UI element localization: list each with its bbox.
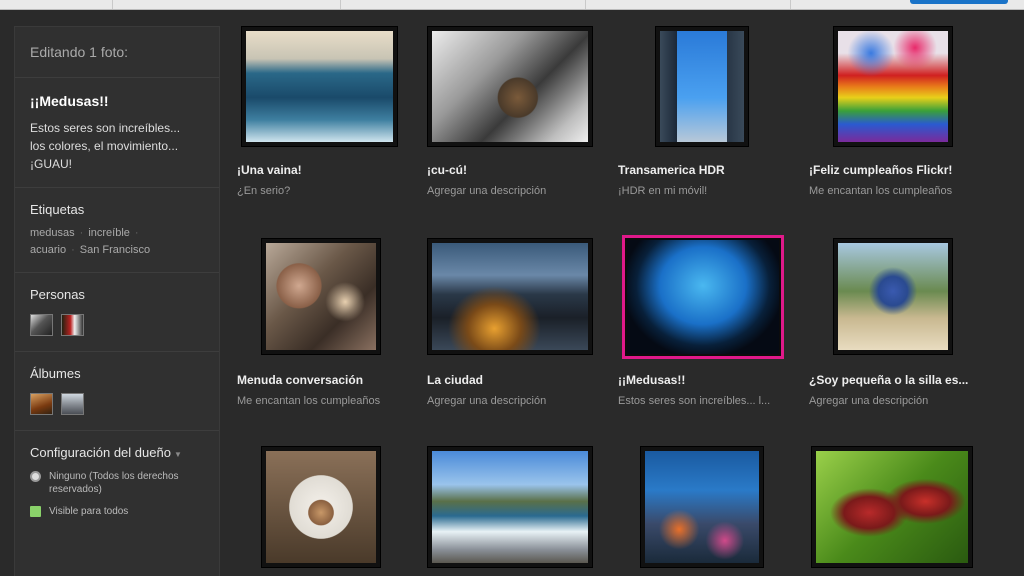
owner-settings-toggle[interactable]: Configuración del dueño ▼ <box>30 445 204 460</box>
albums-section: Álbumes <box>15 366 219 431</box>
photo-description: Agregar una descripción <box>809 395 929 407</box>
sidebar-header-section: Editando 1 foto: <box>15 27 219 78</box>
photo-title: ¡Feliz cumpleaños Flickr! <box>809 163 953 177</box>
license-radio-icon <box>30 471 41 482</box>
city-night-image <box>432 243 588 350</box>
toolbar-divider <box>112 0 113 9</box>
license-option[interactable]: Ninguno (Todos los derechos reservados) <box>30 470 204 496</box>
photo-thumbnail[interactable] <box>241 26 398 147</box>
album-thumbnail[interactable] <box>61 393 84 415</box>
dog-cone-image <box>266 451 376 563</box>
tag-list: medusas · increíble · acuario · San Francisco <box>30 225 204 272</box>
chevron-down-icon: ▼ <box>173 450 182 459</box>
jellyfish-aquarium-image <box>627 240 779 354</box>
venus-flytrap-image <box>816 451 968 563</box>
photo-thumbnail[interactable] <box>811 446 973 568</box>
photo-thumbnail[interactable] <box>427 26 593 147</box>
photo-description: Estos seres son increíbles... l... <box>618 395 771 407</box>
pyramid-tower-image <box>660 31 744 142</box>
photo-thumbnail[interactable] <box>261 238 381 355</box>
tag-separator: · <box>79 227 84 239</box>
owner-settings-section: Configuración del dueño ▼ Ninguno (Todos … <box>15 445 219 518</box>
tag-separator: · <box>71 244 75 256</box>
description-line: los colores, el movimiento... <box>30 139 179 153</box>
tag-link[interactable]: San Francisco <box>80 244 150 256</box>
photo-description: Me encantan los cumpleaños <box>237 395 381 407</box>
toolbar-divider <box>585 0 586 9</box>
ocean-dolphins-image <box>246 31 393 142</box>
photo-title: ¡Una vaina! <box>237 163 302 177</box>
visibility-option[interactable]: Visible para todos <box>30 505 204 518</box>
description-line: ¡GUAU! <box>30 157 72 171</box>
description-line: Estos seres son increíbles... <box>30 121 181 135</box>
photo-title: ¡cu-cú! <box>427 163 467 177</box>
photo-thumbnail-selected[interactable] <box>622 235 784 359</box>
owner-settings-label: Configuración del dueño <box>30 445 171 460</box>
photo-thumbnail[interactable] <box>833 26 953 147</box>
conversation-image <box>266 243 376 350</box>
browser-toolbar <box>0 0 1024 10</box>
tag-link[interactable]: medusas <box>30 227 75 239</box>
album-thumbnails <box>30 393 204 430</box>
photo-thumbnail[interactable] <box>427 446 593 568</box>
edit-sidebar: Editando 1 foto: ¡¡Medusas!! Estos seres… <box>14 26 220 576</box>
photo-description-field[interactable]: Estos seres son increíbles... los colore… <box>30 119 204 187</box>
photo-grid: ¡Una vaina! ¿En serio? ¡cu-cú! Agregar u… <box>226 10 1024 576</box>
album-thumbnail[interactable] <box>30 393 53 415</box>
tag-link[interactable]: acuario <box>30 244 66 256</box>
photo-title: Transamerica HDR <box>618 163 725 177</box>
photo-description: ¡HDR en mi móvil! <box>618 185 708 197</box>
person-avatar[interactable] <box>61 314 84 336</box>
visibility-label: Visible para todos <box>49 506 129 517</box>
photo-info-section[interactable]: ¡¡Medusas!! Estos seres son increíbles..… <box>15 93 219 188</box>
toolbar-divider <box>340 0 341 9</box>
coastline-image <box>432 451 588 563</box>
people-label: Personas <box>30 287 85 302</box>
photo-thumbnail[interactable] <box>261 446 381 568</box>
photo-thumbnail[interactable] <box>833 238 953 355</box>
photo-description: Me encantan los cumpleaños <box>809 185 953 197</box>
photo-title: ¿Soy pequeña o la silla es... <box>809 373 969 387</box>
tags-label: Etiquetas <box>30 202 85 217</box>
photo-description: ¿En serio? <box>237 185 291 197</box>
person-avatar[interactable] <box>30 314 53 336</box>
license-label: Ninguno (Todos los derechos reservados) <box>49 471 179 495</box>
people-section: Personas <box>15 287 219 352</box>
coral-reef-image <box>645 451 759 563</box>
tags-section: Etiquetas medusas · increíble · acuario · San… <box>15 202 219 273</box>
tag-link[interactable]: increíble <box>88 227 130 239</box>
people-avatars <box>30 314 204 351</box>
photo-thumbnail[interactable] <box>640 446 764 568</box>
photo-title: ¡¡Medusas!! <box>618 373 686 387</box>
rainbow-cake-image <box>838 31 948 142</box>
big-chair-image <box>838 243 948 350</box>
photo-description: Agregar una descripción <box>427 185 547 197</box>
albums-label: Álbumes <box>30 366 81 381</box>
photo-title-field[interactable]: ¡¡Medusas!! <box>30 93 204 109</box>
toolbar-divider <box>790 0 791 9</box>
photo-thumbnail[interactable] <box>655 26 749 147</box>
tag-separator: · <box>134 227 139 239</box>
editing-count-label: Editando 1 foto: <box>30 44 129 60</box>
visibility-check-icon <box>30 506 41 517</box>
photo-title: La ciudad <box>427 373 484 387</box>
photo-thumbnail[interactable] <box>427 238 593 355</box>
photo-title: Menuda conversación <box>237 373 364 387</box>
rock-creature-image <box>432 31 588 142</box>
photo-description: Agregar una descripción <box>427 395 547 407</box>
done-button[interactable] <box>910 0 1008 4</box>
